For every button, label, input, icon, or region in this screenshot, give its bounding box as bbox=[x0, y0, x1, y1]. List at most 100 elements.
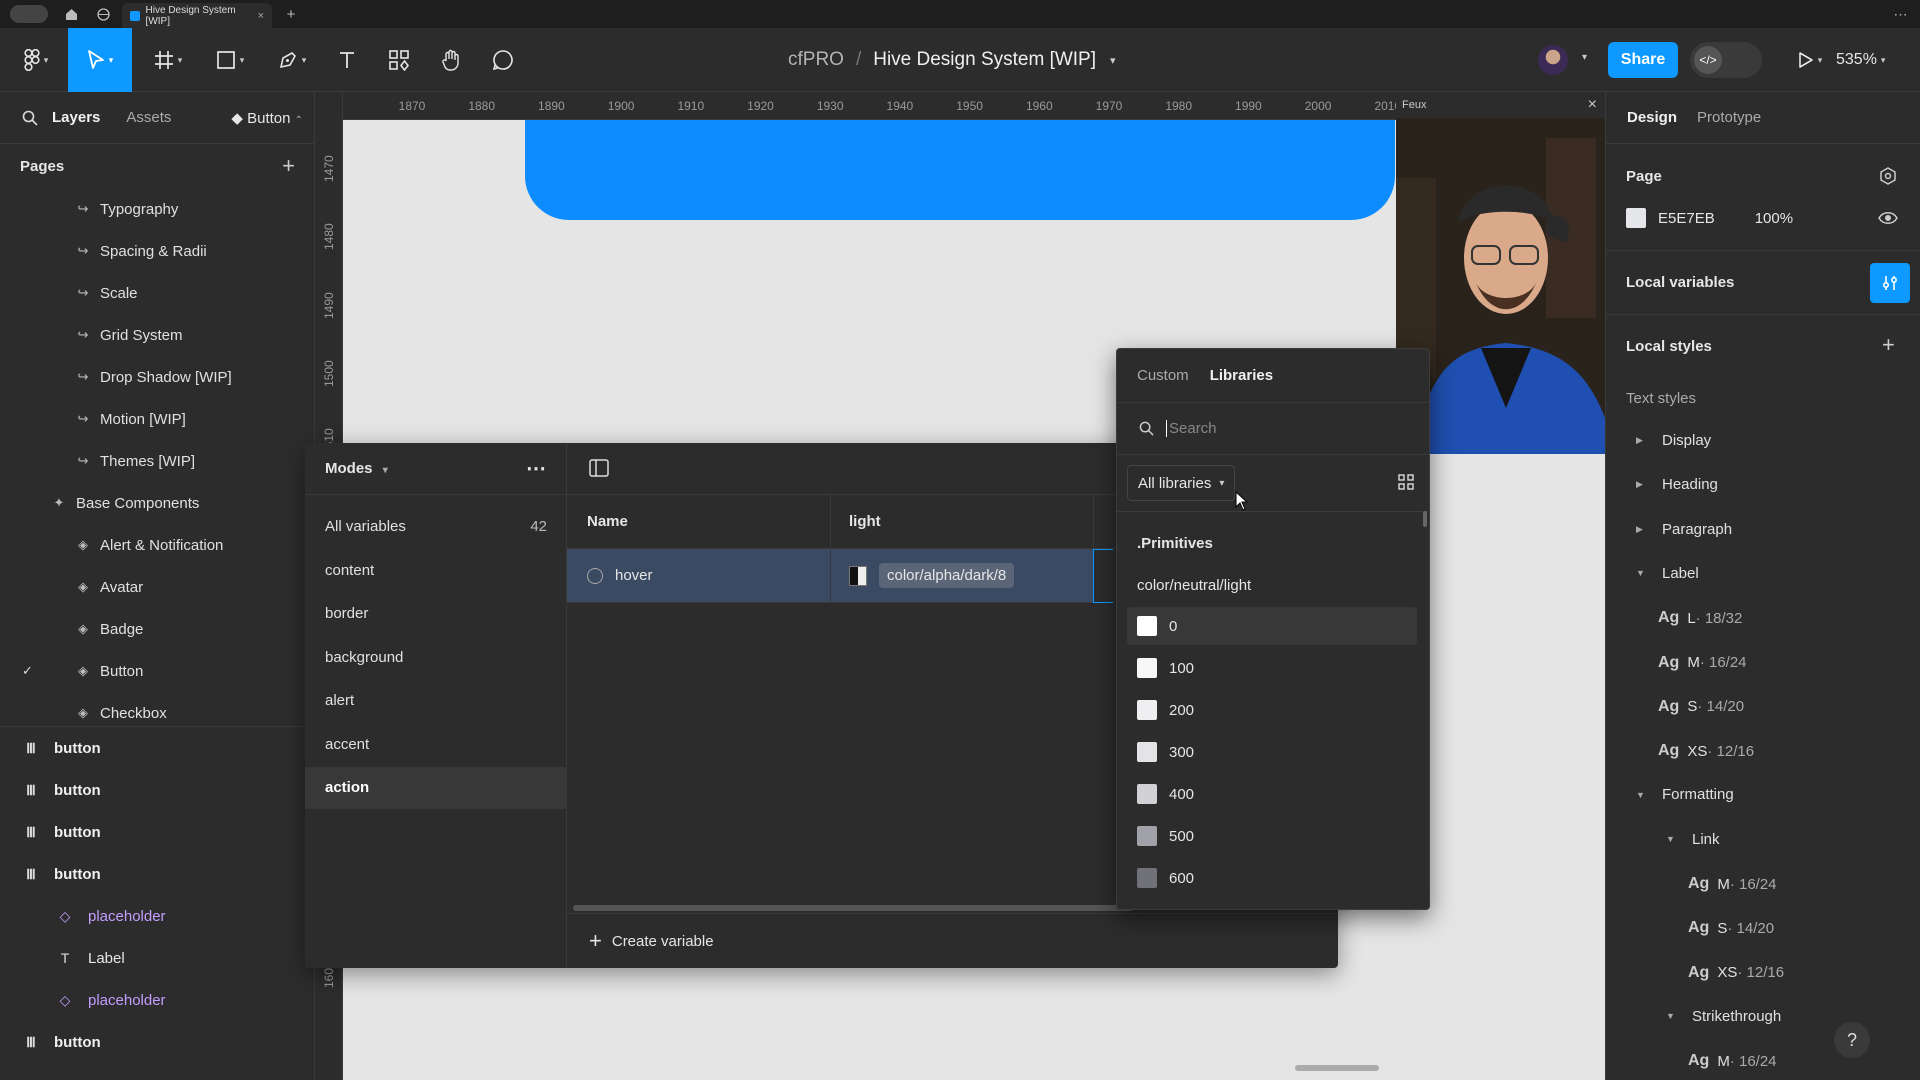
text-style-item[interactable]: Ag L · 18/32 bbox=[1658, 609, 1742, 627]
page-item[interactable]: ↪ Themes [WIP] bbox=[0, 440, 314, 482]
text-style-item[interactable]: Ag XS · 12/16 bbox=[1688, 964, 1784, 982]
present-button[interactable]: ▾ bbox=[1790, 28, 1830, 92]
picker-scrollbar[interactable] bbox=[1423, 511, 1427, 527]
tab-current-component[interactable]: ◆ Button ⌃ bbox=[231, 109, 303, 127]
page-item[interactable]: ✦ Base Components bbox=[0, 482, 314, 524]
shape-tool-button[interactable]: ▾ bbox=[208, 28, 252, 92]
layer-row[interactable]: Ⅲbutton bbox=[0, 769, 314, 811]
swatch-option[interactable]: 600 bbox=[1127, 859, 1417, 897]
style-group[interactable]: ▼ Link bbox=[1666, 831, 1720, 848]
page-item[interactable]: ✓ ◈ Button bbox=[0, 650, 314, 692]
tab-assets[interactable]: Assets bbox=[126, 109, 171, 126]
library-filter-dropdown[interactable]: All libraries ▾ bbox=[1127, 465, 1236, 501]
page-color-field[interactable]: E5E7EB 100% bbox=[1626, 208, 1793, 228]
swatch-option[interactable]: 300 bbox=[1127, 733, 1417, 771]
resources-tool-button[interactable] bbox=[384, 28, 414, 92]
move-tool-button[interactable]: ▾ bbox=[68, 28, 132, 92]
style-group[interactable]: ▶ Display bbox=[1636, 432, 1711, 449]
text-style-item[interactable]: Ag M · 16/24 bbox=[1688, 1052, 1777, 1070]
globe-icon[interactable] bbox=[94, 5, 112, 23]
variable-group-item[interactable]: action bbox=[305, 766, 567, 809]
style-group[interactable]: ▼ Formatting bbox=[1636, 786, 1734, 803]
more-icon[interactable]: ⋯ bbox=[1892, 5, 1910, 23]
window-controls-icon[interactable] bbox=[10, 5, 48, 23]
tab-custom[interactable]: Custom bbox=[1137, 367, 1189, 384]
comment-tool-button[interactable] bbox=[488, 28, 518, 92]
layer-row[interactable]: Ⅲbutton bbox=[0, 727, 314, 769]
page-item[interactable]: ◈ Alert & Notification bbox=[0, 524, 314, 566]
variable-value-cell[interactable]: color/alpha/dark/8 bbox=[849, 563, 1015, 588]
swatch-option[interactable]: 0 bbox=[1127, 607, 1417, 645]
alias-chip[interactable]: color/alpha/dark/8 bbox=[879, 563, 1015, 588]
figma-menu-button[interactable]: ▾ bbox=[14, 28, 58, 92]
new-tab-button[interactable]: + bbox=[282, 5, 300, 23]
swatch-option[interactable]: 500 bbox=[1127, 817, 1417, 855]
page-item[interactable]: ↪ Typography bbox=[0, 188, 314, 230]
close-tab-icon[interactable]: × bbox=[258, 10, 264, 22]
layer-row[interactable]: Ⅲbutton bbox=[0, 1021, 314, 1063]
variable-group-item[interactable]: content bbox=[305, 549, 567, 591]
variable-group-item[interactable]: border bbox=[305, 593, 567, 635]
browser-tab[interactable]: Hive Design System [WIP] × bbox=[122, 3, 272, 28]
chevron-down-icon[interactable]: ▾ bbox=[1582, 52, 1587, 63]
style-group[interactable]: ▼ Strikethrough bbox=[1666, 1008, 1781, 1025]
add-style-button[interactable]: + bbox=[1882, 332, 1895, 358]
toggle-sidebar-icon[interactable] bbox=[589, 459, 609, 477]
page-color-swatch[interactable] bbox=[1626, 208, 1646, 228]
tab-prototype[interactable]: Prototype bbox=[1697, 109, 1761, 126]
add-page-button[interactable]: + bbox=[282, 153, 295, 179]
grid-view-icon[interactable] bbox=[1397, 473, 1415, 491]
eye-icon[interactable] bbox=[1878, 210, 1898, 226]
search-icon[interactable] bbox=[22, 110, 38, 126]
layer-row[interactable]: Ⅲbutton bbox=[0, 811, 314, 853]
more-options-icon[interactable]: ⋯ bbox=[526, 456, 547, 481]
project-name[interactable]: cfPRO bbox=[788, 49, 844, 71]
text-style-item[interactable]: Ag S · 14/20 bbox=[1658, 698, 1744, 716]
create-variable-button[interactable]: + Create variable bbox=[567, 913, 1338, 968]
file-title[interactable]: cfPRO / Hive Design System [WIP] ▾ bbox=[788, 28, 1116, 92]
table-scrollbar[interactable] bbox=[573, 905, 1133, 911]
layer-row[interactable]: T Label bbox=[0, 937, 314, 979]
tab-libraries[interactable]: Libraries bbox=[1210, 367, 1273, 384]
page-item[interactable]: ◈ Badge bbox=[0, 608, 314, 650]
chevron-down-icon[interactable]: ▾ bbox=[1110, 54, 1116, 67]
text-style-item[interactable]: Ag M · 16/24 bbox=[1658, 654, 1747, 672]
variable-group-item[interactable]: accent bbox=[305, 723, 567, 765]
page-item[interactable]: ↪ Drop Shadow [WIP] bbox=[0, 356, 314, 398]
search-input[interactable] bbox=[1166, 420, 1386, 437]
variable-group-item[interactable]: alert bbox=[305, 680, 567, 722]
page-settings-icon[interactable] bbox=[1878, 166, 1898, 186]
text-tool-button[interactable] bbox=[332, 28, 362, 92]
modes-dropdown[interactable]: Modes ▾ bbox=[325, 460, 388, 477]
canvas-scrollbar[interactable] bbox=[1295, 1065, 1379, 1071]
open-variables-button[interactable] bbox=[1870, 263, 1910, 303]
page-color-value[interactable]: E5E7EB bbox=[1658, 210, 1715, 227]
page-opacity-value[interactable]: 100% bbox=[1755, 210, 1793, 227]
column-header-light[interactable]: light bbox=[849, 513, 881, 530]
page-item[interactable]: ↪ Scale bbox=[0, 272, 314, 314]
layer-row[interactable]: ◇ placeholder bbox=[0, 895, 314, 937]
variable-name-cell[interactable]: hover bbox=[587, 567, 653, 584]
home-icon[interactable] bbox=[62, 5, 80, 23]
page-item[interactable]: ↪ Spacing & Radii bbox=[0, 230, 314, 272]
help-button[interactable]: ? bbox=[1834, 1022, 1870, 1058]
text-style-item[interactable]: Ag XS · 12/16 bbox=[1658, 742, 1754, 760]
variable-group-item[interactable]: All variables 42 bbox=[305, 505, 567, 547]
style-group[interactable]: ▶ Paragraph bbox=[1636, 521, 1732, 538]
text-style-item[interactable]: Ag M · 16/24 bbox=[1688, 875, 1777, 893]
layer-row[interactable]: ◇ placeholder bbox=[0, 979, 314, 1021]
file-name[interactable]: Hive Design System [WIP] bbox=[873, 49, 1096, 71]
tab-design[interactable]: Design bbox=[1627, 109, 1677, 126]
tab-layers[interactable]: Layers bbox=[52, 109, 100, 126]
swatch-option[interactable]: 400 bbox=[1127, 775, 1417, 813]
variable-group-item[interactable]: background bbox=[305, 636, 567, 678]
dev-mode-toggle[interactable]: </> bbox=[1690, 42, 1762, 78]
page-item[interactable]: ↪ Grid System bbox=[0, 314, 314, 356]
share-button[interactable]: Share bbox=[1608, 42, 1678, 78]
frame-tool-button[interactable]: ▾ bbox=[146, 28, 190, 92]
swatch-option[interactable]: 200 bbox=[1127, 691, 1417, 729]
style-group[interactable]: ▶ Heading bbox=[1636, 476, 1718, 493]
page-item[interactable]: ↪ Motion [WIP] bbox=[0, 398, 314, 440]
swatch-option[interactable]: 100 bbox=[1127, 649, 1417, 687]
text-style-item[interactable]: Ag S · 14/20 bbox=[1688, 919, 1774, 937]
